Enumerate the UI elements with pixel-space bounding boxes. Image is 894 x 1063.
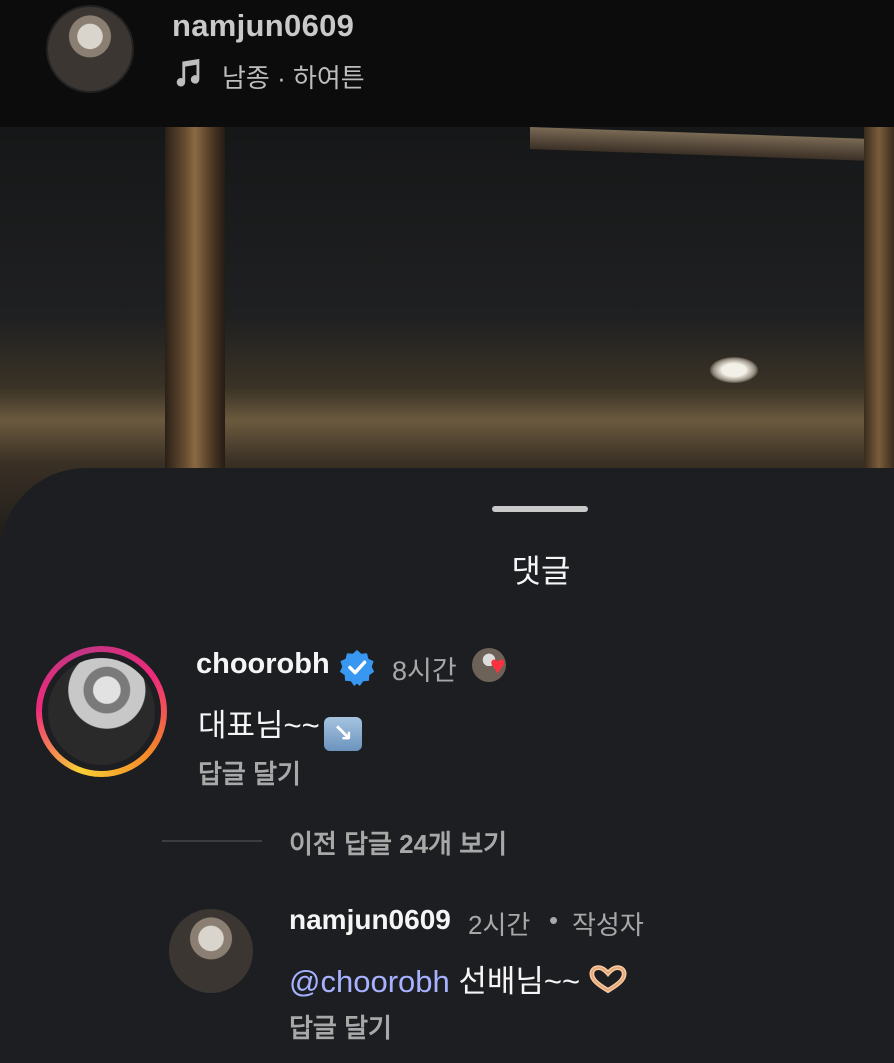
comments-sheet: 댓글 choorobh 8시간 ♥ 대표님~~ ↘ 답글 달기 이전 답글 24개… bbox=[0, 468, 894, 1063]
author-username[interactable]: namjun0609 bbox=[172, 8, 354, 44]
comment-text: 대표님~~ ↘ bbox=[198, 700, 362, 751]
reply-time: 2시간 bbox=[468, 910, 531, 940]
creator-liked-badge: ♥ bbox=[470, 646, 524, 686]
reply-author-username[interactable]: namjun0609 bbox=[289, 904, 451, 936]
verified-badge-icon bbox=[339, 649, 375, 686]
reply-text: @choorobh 선배님~~ bbox=[289, 956, 627, 1001]
window-beam bbox=[530, 127, 894, 162]
reply-button[interactable]: 답글 달기 bbox=[198, 754, 301, 791]
mention-link[interactable]: @choorobh bbox=[289, 964, 450, 999]
sheet-title: 댓글 bbox=[511, 553, 571, 589]
heart-hands-icon bbox=[589, 965, 627, 994]
commenter-username[interactable]: choorobh bbox=[196, 648, 330, 681]
sheet-grabber[interactable] bbox=[492, 506, 588, 512]
arrow-down-right-icon: ↘ bbox=[323, 717, 362, 751]
comment-body: 대표님~~ bbox=[198, 708, 320, 743]
reply-body: 선배님~~ bbox=[449, 964, 581, 999]
music-track[interactable]: 남종 · 하여튼 bbox=[222, 58, 365, 95]
music-note-icon bbox=[176, 58, 200, 87]
reply-separator: • bbox=[549, 905, 559, 935]
view-previous-replies-button[interactable]: 이전 답글 24개 보기 bbox=[289, 824, 507, 861]
reply-to-reply-button[interactable]: 답글 달기 bbox=[289, 1008, 392, 1045]
author-avatar[interactable] bbox=[46, 5, 134, 93]
comment-time: 8시간 bbox=[392, 656, 457, 686]
reply-author-avatar[interactable] bbox=[169, 909, 253, 993]
post-header: namjun0609 남종 · 하여튼 bbox=[0, 0, 894, 127]
commenter-avatar[interactable] bbox=[48, 658, 155, 765]
story-ring-gap bbox=[42, 652, 161, 771]
heart-icon: ♥ bbox=[490, 650, 506, 680]
replies-divider bbox=[162, 840, 262, 842]
author-label: 작성자 bbox=[572, 910, 644, 940]
story-ring[interactable] bbox=[36, 646, 167, 777]
light-spot bbox=[710, 357, 758, 383]
